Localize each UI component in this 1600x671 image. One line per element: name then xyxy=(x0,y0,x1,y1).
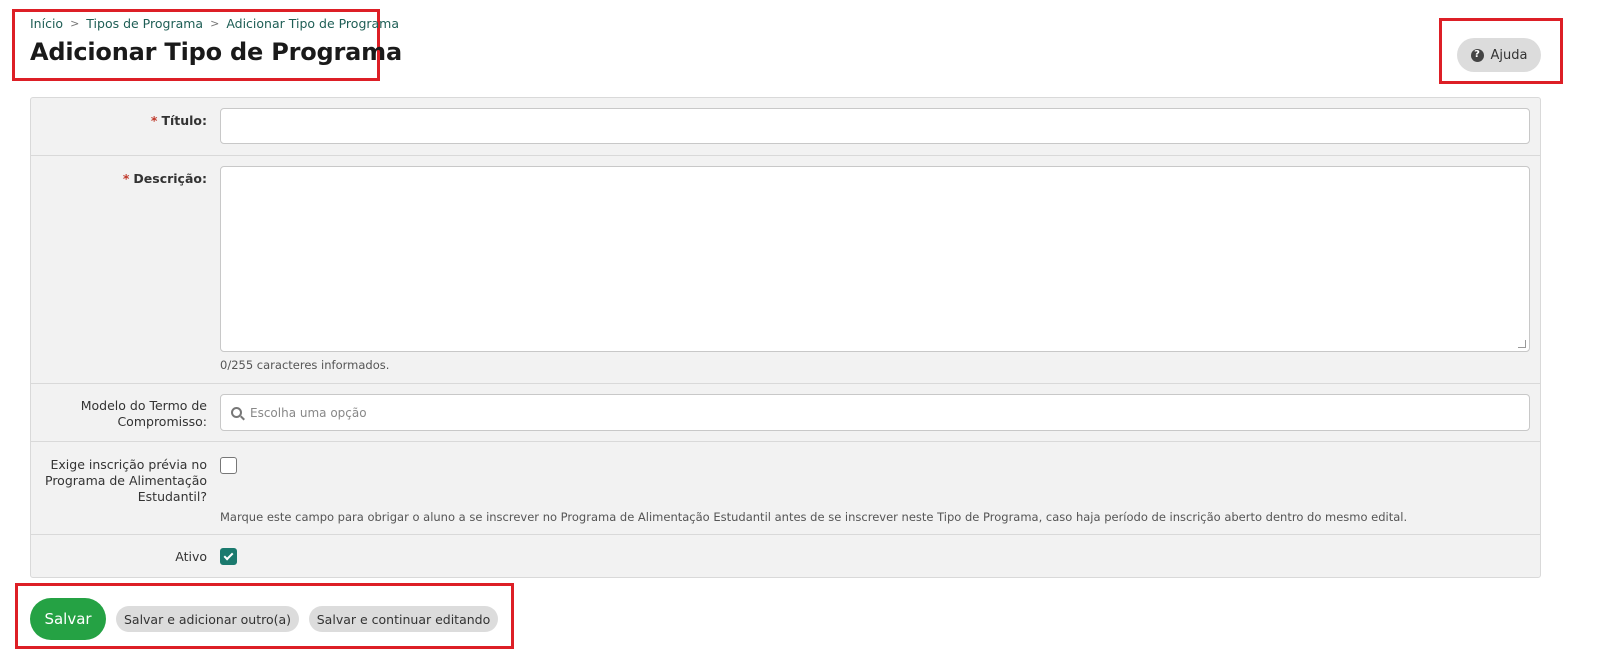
help-button-label: Ajuda xyxy=(1490,47,1528,63)
exige-inscricao-checkbox[interactable] xyxy=(220,457,237,474)
modelo-termo-label: Modelo do Termo de Compromisso: xyxy=(81,398,207,430)
form-row-exige-inscricao: Exige inscrição prévia no Programa de Al… xyxy=(31,442,1540,535)
ativo-label: Ativo xyxy=(175,549,207,564)
help-button[interactable]: ? Ajuda xyxy=(1457,38,1541,72)
resize-handle-icon[interactable] xyxy=(1518,340,1526,348)
descricao-textarea[interactable] xyxy=(220,166,1530,352)
breadcrumb-item-tipos[interactable]: Tipos de Programa xyxy=(86,16,203,31)
exige-inscricao-label-line1: Exige inscrição prévia no xyxy=(50,457,207,472)
search-icon xyxy=(231,407,242,418)
page-title: Adicionar Tipo de Programa xyxy=(30,38,402,66)
exige-inscricao-label-line2: Programa de Alimentação xyxy=(45,473,207,488)
modelo-termo-placeholder: Escolha uma opção xyxy=(250,405,367,420)
save-button[interactable]: Salvar xyxy=(30,598,106,640)
exige-inscricao-help: Marque este campo para obrigar o aluno a… xyxy=(220,510,1408,524)
form-row-titulo: * Título: xyxy=(31,98,1540,156)
descricao-label-text: Descrição: xyxy=(133,171,207,186)
form-row-descricao: * Descrição: 0/255 caracteres informados. xyxy=(31,156,1540,384)
breadcrumb-separator: > xyxy=(70,17,80,30)
descricao-char-counter: 0/255 caracteres informados. xyxy=(220,358,390,372)
form-row-ativo: Ativo xyxy=(31,535,1540,579)
save-continue-editing-button[interactable]: Salvar e continuar editando xyxy=(309,606,498,632)
required-mark: * xyxy=(150,113,158,128)
descricao-label: * Descrição: xyxy=(123,171,207,187)
breadcrumb-item-current: Adicionar Tipo de Programa xyxy=(226,16,400,31)
question-circle-icon: ? xyxy=(1470,48,1484,62)
breadcrumb-item-inicio[interactable]: Início xyxy=(30,16,63,31)
titulo-label: * Título: xyxy=(151,113,207,129)
form-row-modelo-termo: Modelo do Termo de Compromisso: Escolha … xyxy=(31,384,1540,442)
ativo-checkbox[interactable] xyxy=(220,548,237,565)
breadcrumb-separator: > xyxy=(210,17,220,30)
form-panel: * Título: * Descrição: 0/255 caracteres in… xyxy=(30,97,1541,578)
modelo-termo-select[interactable]: Escolha uma opção xyxy=(220,394,1530,431)
check-icon xyxy=(223,550,234,560)
exige-inscricao-label: Exige inscrição prévia no Programa de Al… xyxy=(45,457,207,505)
modelo-termo-label-line1: Modelo do Termo de xyxy=(80,398,207,413)
titulo-label-text: Título: xyxy=(161,113,207,128)
exige-inscricao-label-line3: Estudantil? xyxy=(137,489,207,504)
required-mark: * xyxy=(122,171,130,186)
modelo-termo-label-line2: Compromisso: xyxy=(117,414,207,429)
breadcrumb: Início > Tipos de Programa > Adicionar T… xyxy=(30,16,399,31)
save-add-another-button[interactable]: Salvar e adicionar outro(a) xyxy=(116,606,299,632)
titulo-input[interactable] xyxy=(220,108,1530,144)
